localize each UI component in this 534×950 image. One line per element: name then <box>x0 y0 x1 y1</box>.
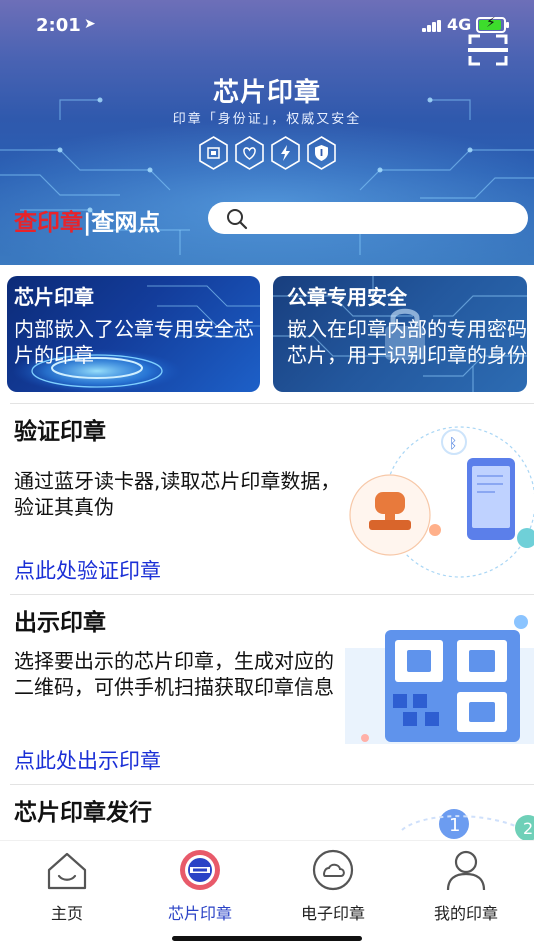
tab-label: 电子印章 <box>300 904 365 923</box>
tab-label: 我的印章 <box>433 904 498 923</box>
status-bar: 2:01 ➤ 4G ⚡ <box>0 0 534 52</box>
svg-text:ᛒ: ᛒ <box>449 436 457 452</box>
card-description: 嵌入在印章内部的专用密码芯片，用于识别印章的身份 <box>287 317 527 367</box>
card-title: 公章专用安全 <box>287 285 407 309</box>
search-input[interactable] <box>208 202 528 234</box>
section-title-verify: 验证印章 <box>14 419 106 445</box>
home-icon <box>47 852 87 890</box>
bluetooth-verify-illustration: ᛒ <box>349 426 534 578</box>
home-indicator <box>172 936 362 941</box>
tab-query-outlet[interactable]: 查网点 <box>91 210 160 236</box>
tab-my-seal[interactable]: 我的印章 <box>406 848 526 928</box>
header-banner: 2:01 ➤ 4G ⚡ 芯片印章 印章「身份证」，权威又安全 查印章|查网点 <box>0 0 534 265</box>
feature-icon-row <box>198 136 338 170</box>
divider <box>10 594 534 595</box>
divider <box>10 403 534 404</box>
tab-label: 主页 <box>50 904 83 923</box>
card-title: 芯片印章 <box>14 285 94 309</box>
search-icon <box>227 209 248 230</box>
tab-query-stamp[interactable]: 查印章 <box>14 210 83 236</box>
divider <box>10 784 534 785</box>
verify-seal-link[interactable]: 点此处验证印章 <box>14 555 161 585</box>
svg-text:1: 1 <box>449 815 460 836</box>
tab-label: 芯片印章 <box>167 904 232 923</box>
tab-e-seal[interactable]: 电子印章 <box>273 848 393 928</box>
heart-shield-icon <box>235 136 264 170</box>
section-title-issue: 芯片印章发行 <box>14 800 152 826</box>
banner-title: 芯片印章 <box>212 78 321 108</box>
battery-icon: ⚡ <box>476 15 509 33</box>
card-chip-seal[interactable]: 芯片印章 内部嵌入了公章专用安全芯片的印章 <box>7 276 260 392</box>
tab-home[interactable]: 主页 <box>7 848 127 928</box>
status-time: 2:01 <box>36 15 81 36</box>
banner-subtitle: 印章「身份证」，权威又安全 <box>172 112 362 127</box>
qr-code-illustration <box>345 615 534 744</box>
svg-text:2: 2 <box>523 819 533 838</box>
issue-steps-illustration: 1 2 <box>401 809 534 840</box>
scan-qr-icon[interactable] <box>468 34 508 66</box>
location-arrow-icon: ➤ <box>84 16 96 32</box>
network-type: 4G <box>447 15 472 34</box>
show-seal-link[interactable]: 点此处出示印章 <box>14 745 161 775</box>
user-icon <box>446 850 486 891</box>
card-security[interactable]: 公章专用安全 嵌入在印章内部的专用密码芯片，用于识别印章的身份 <box>273 276 527 392</box>
tab-chip-seal[interactable]: 芯片印章 <box>140 848 260 928</box>
card-description: 内部嵌入了公章专用安全芯片的印章 <box>14 317 254 367</box>
section-desc-verify: 通过蓝牙读卡器,读取芯片印章数据，验证其真伪 <box>14 469 341 519</box>
query-tabs: 查印章|查网点 <box>14 203 160 237</box>
signal-icon <box>422 20 442 32</box>
section-title-show: 出示印章 <box>14 610 106 636</box>
chip-icon <box>199 136 228 170</box>
section-desc-show: 选择要出示的芯片印章，生成对应的二维码，可供手机扫描获取印章信息 <box>14 649 334 699</box>
cloud-icon <box>312 849 354 891</box>
lightning-icon <box>271 136 300 170</box>
bottom-tab-bar: 主页 芯片印章 电子印章 我的印章 <box>0 840 534 950</box>
shield-icon <box>307 136 336 170</box>
chip-seal-icon <box>180 850 220 890</box>
